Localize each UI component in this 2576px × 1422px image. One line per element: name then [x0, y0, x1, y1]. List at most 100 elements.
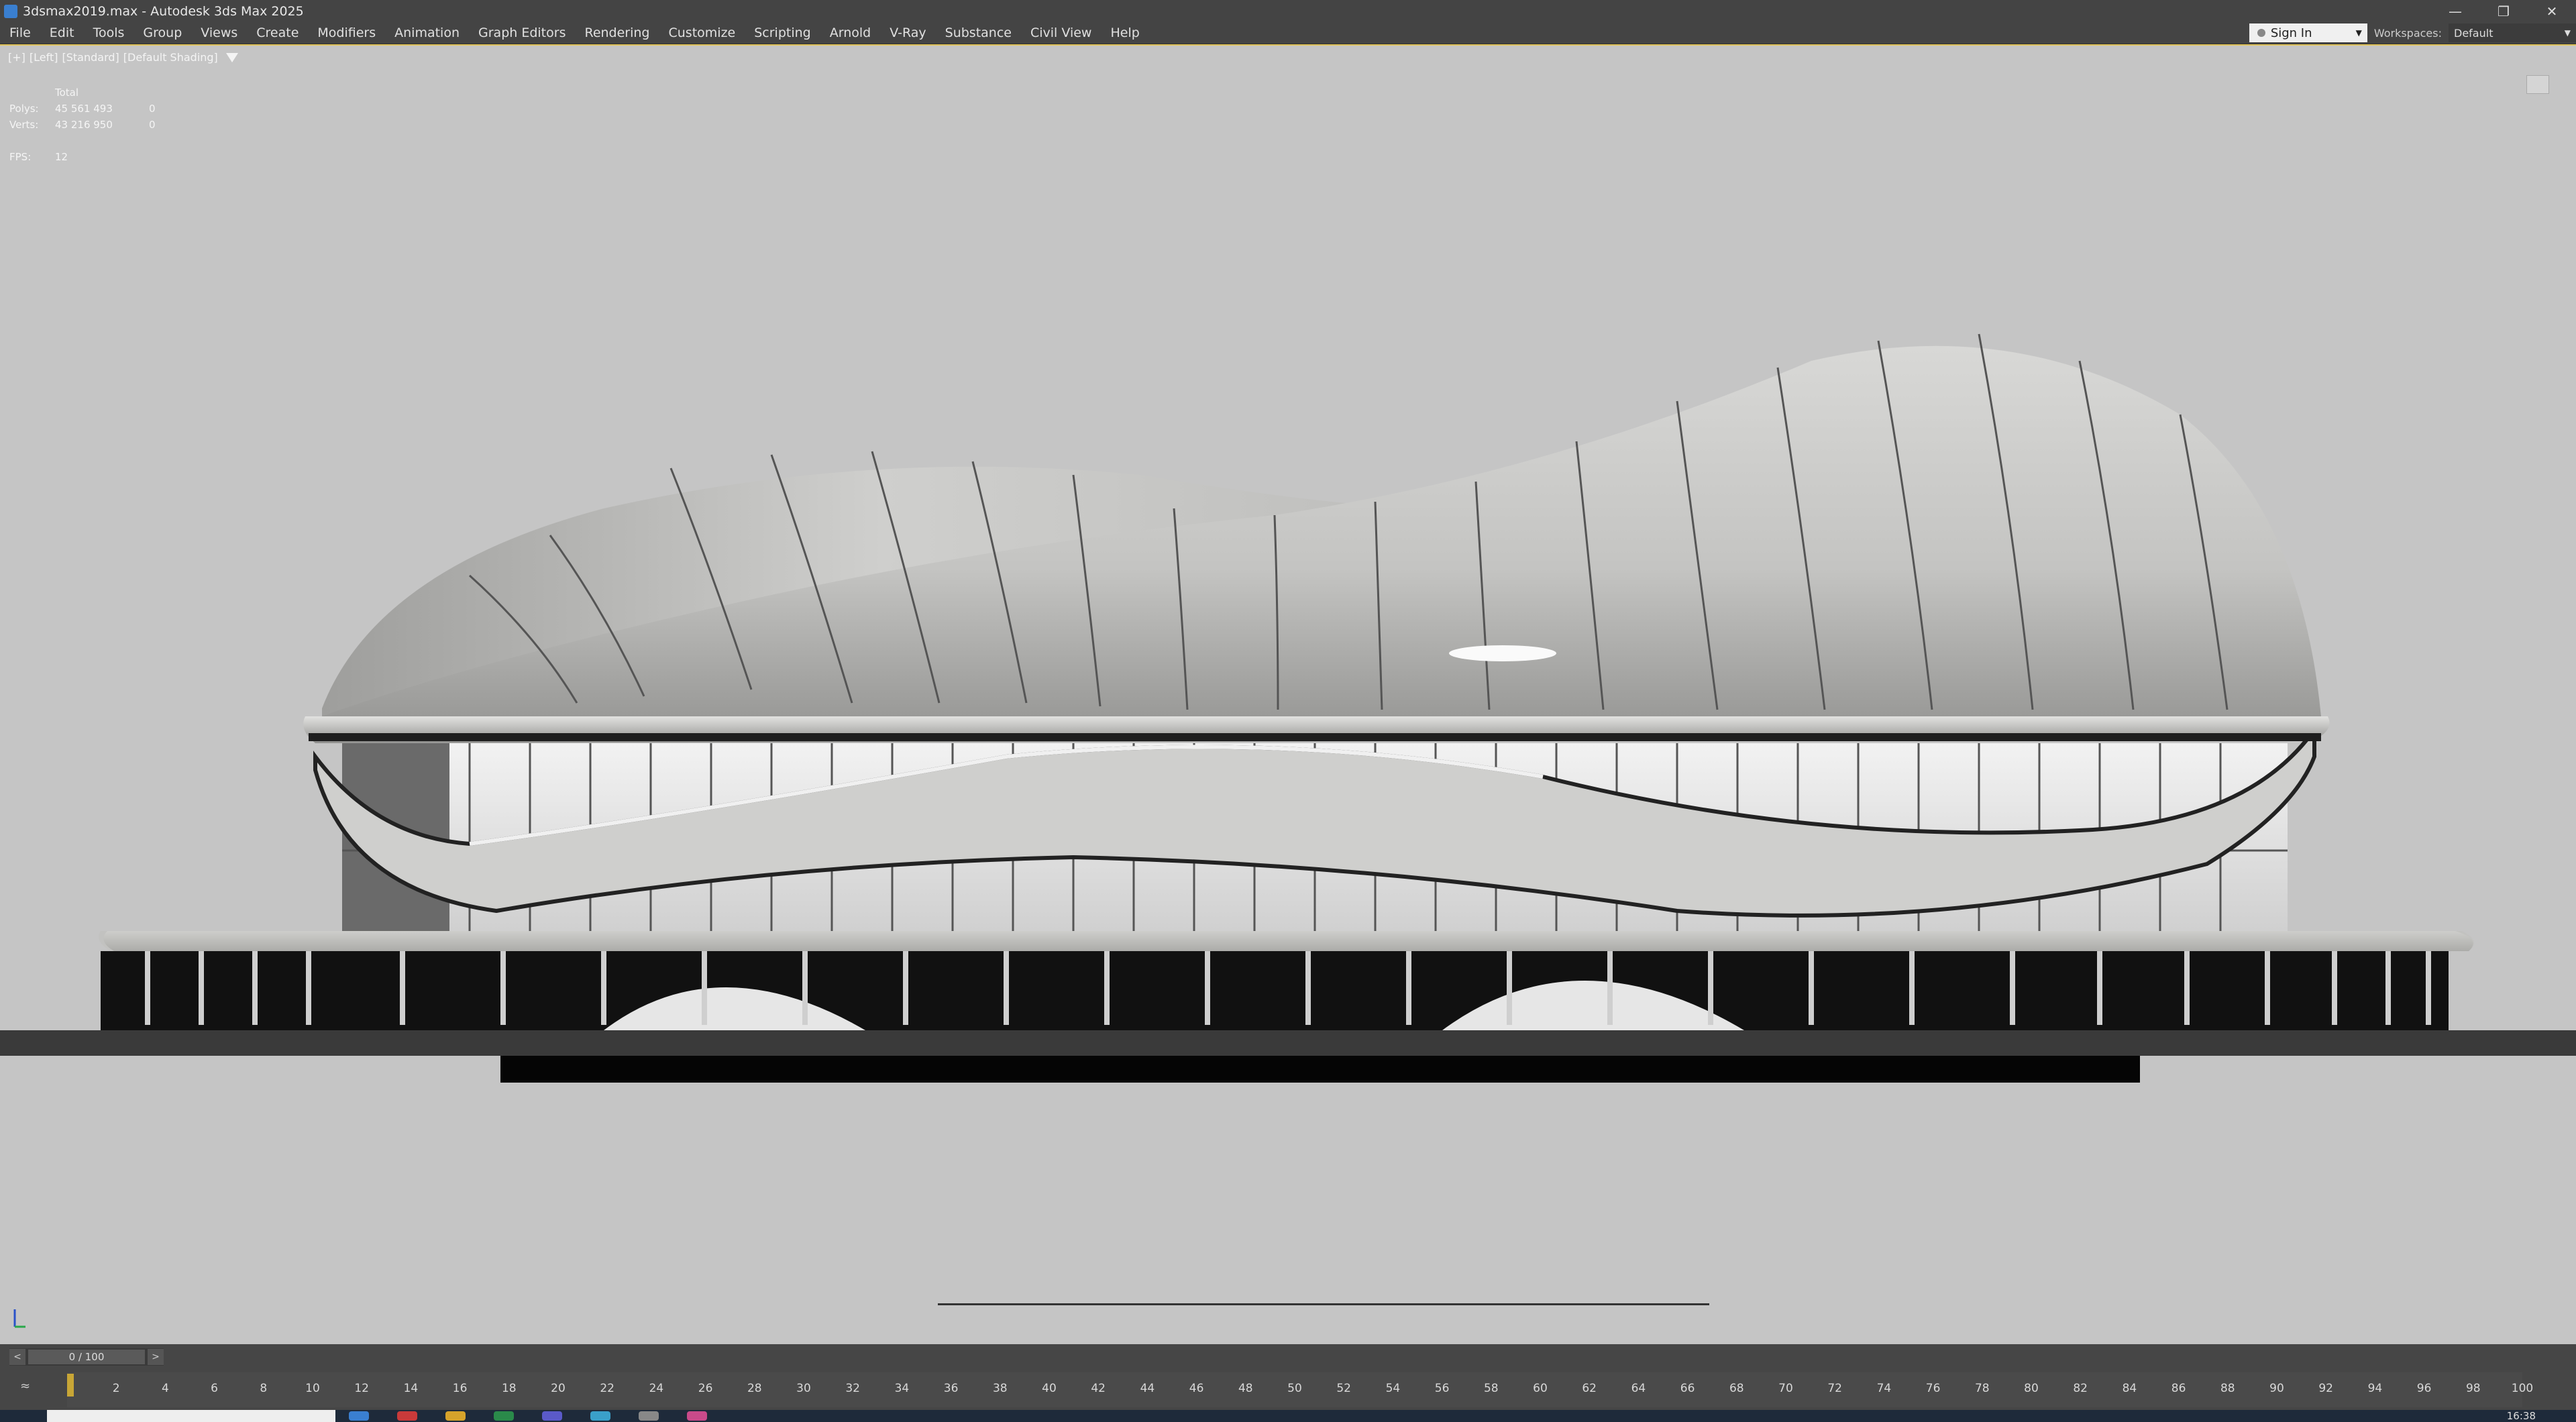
- stats-polys-row: Polys: 45 561 493 0: [9, 101, 156, 117]
- taskbar-app-icon[interactable]: [349, 1411, 369, 1421]
- workspace-dropdown[interactable]: Default ▼: [2449, 23, 2576, 42]
- timeline-tick-label: 90: [2269, 1382, 2284, 1395]
- timeline-tick-label: 70: [1778, 1382, 1793, 1395]
- viewport-menu-plus[interactable]: [+]: [8, 51, 25, 64]
- taskbar-clock: 16:38: [2506, 1410, 2536, 1422]
- timeline-tick-label: 8: [260, 1382, 268, 1395]
- timeline-tick-label: 34: [894, 1382, 910, 1395]
- frame-display[interactable]: 0 / 100: [28, 1350, 145, 1364]
- user-icon: [2257, 29, 2265, 37]
- timeline-tick-label: 26: [698, 1382, 713, 1395]
- timeline-tick-label: 88: [2220, 1382, 2235, 1395]
- mini-curve-editor-icon[interactable]: ≈: [20, 1379, 30, 1393]
- taskbar-app-icon[interactable]: [687, 1411, 707, 1421]
- menu-substance[interactable]: Substance: [936, 22, 1021, 44]
- window-title: 3dsmax2019.max - Autodesk 3ds Max 2025: [23, 3, 304, 19]
- menu-scripting[interactable]: Scripting: [745, 22, 820, 44]
- timeline-tick-label: 32: [845, 1382, 861, 1395]
- polys-label: Polys:: [9, 103, 39, 115]
- timeline-tick-label: 2: [112, 1382, 120, 1395]
- stats-fps-row: FPS: 12: [9, 149, 156, 165]
- viewcube-toggle-button[interactable]: [2526, 75, 2549, 94]
- timeline-tick-label: 54: [1385, 1382, 1401, 1395]
- chevron-down-icon: ▼: [2564, 28, 2571, 38]
- close-icon[interactable]: ✕: [2528, 0, 2576, 22]
- taskbar-app-icon[interactable]: [397, 1411, 417, 1421]
- menu-views[interactable]: Views: [191, 22, 247, 44]
- verts-value: 43 216 950: [55, 119, 113, 131]
- stats-header: Total: [55, 87, 79, 99]
- timeline-tick-label: 44: [1140, 1382, 1155, 1395]
- grid-ground-line: [938, 1303, 1709, 1305]
- timeline-tick-label: 14: [403, 1382, 419, 1395]
- 3dsmax-app-icon: [4, 4, 17, 18]
- timeline-tick-label: 86: [2171, 1382, 2186, 1395]
- timeline-tick-label: 50: [1287, 1382, 1302, 1395]
- stadium-model[interactable]: [0, 287, 2576, 1119]
- viewport-left[interactable]: [+] [Left] [Standard] [Default Shading] …: [0, 44, 2576, 1344]
- fps-value: 12: [55, 151, 68, 163]
- viewport-statistics: Total Polys: 45 561 493 0 Verts: 43 216 …: [9, 85, 156, 165]
- taskbar-app-icon[interactable]: [590, 1411, 610, 1421]
- menu-help[interactable]: Help: [1101, 22, 1148, 44]
- taskbar-app-icon[interactable]: [639, 1411, 659, 1421]
- taskbar-app-icon[interactable]: [494, 1411, 514, 1421]
- menu-vray[interactable]: V-Ray: [880, 22, 935, 44]
- timeline-tick-label: 96: [2416, 1382, 2432, 1395]
- window-controls: — ❐ ✕: [2431, 0, 2576, 22]
- timeline-tick-label: 38: [992, 1382, 1008, 1395]
- taskbar-app-icon[interactable]: [542, 1411, 562, 1421]
- time-slider[interactable]: < 0 / 100 >: [9, 1348, 164, 1366]
- menu-civil-view[interactable]: Civil View: [1021, 22, 1101, 44]
- timeline-tick-label: 30: [796, 1382, 811, 1395]
- timeline-tick-label: 92: [2318, 1382, 2334, 1395]
- timeline-ticks: 2 4 6 8 10 12 14 16 18 20 22 24 26 28 30 32 34 36 38 40 42 44…: [67, 1382, 2533, 1406]
- viewport-render-mode[interactable]: [Standard]: [62, 51, 119, 64]
- timeline-tick-label: 98: [2465, 1382, 2481, 1395]
- taskbar-app-icon[interactable]: [445, 1411, 466, 1421]
- filter-icon[interactable]: [225, 52, 238, 62]
- timeline-tick-label: 20: [551, 1382, 566, 1395]
- timeline-tick-label: 82: [2073, 1382, 2088, 1395]
- timeline-tick-label: 12: [354, 1382, 370, 1395]
- polys-selected: 0: [149, 103, 156, 115]
- title-bar: 3dsmax2019.max - Autodesk 3ds Max 2025 —…: [0, 0, 2576, 22]
- timeline-tick-label: 68: [1729, 1382, 1744, 1395]
- timeline-tick-label: 100: [2511, 1382, 2534, 1395]
- viewport-point-of-view[interactable]: [Left]: [30, 51, 58, 64]
- menu-rendering[interactable]: Rendering: [575, 22, 659, 44]
- menu-customize[interactable]: Customize: [659, 22, 745, 44]
- timeline-tick-label: 66: [1680, 1382, 1695, 1395]
- next-frame-button[interactable]: >: [148, 1349, 164, 1365]
- timeline-tick-label: 94: [2367, 1382, 2383, 1395]
- menu-arnold[interactable]: Arnold: [820, 22, 880, 44]
- timeline-tick-label: 58: [1483, 1382, 1499, 1395]
- timeline-tick-label: 40: [1042, 1382, 1057, 1395]
- menu-group[interactable]: Group: [133, 22, 191, 44]
- viewport-label: [+] [Left] [Standard] [Default Shading]: [8, 51, 238, 64]
- timeline-tick-label: 64: [1631, 1382, 1646, 1395]
- menu-animation[interactable]: Animation: [385, 22, 469, 44]
- menu-create[interactable]: Create: [247, 22, 308, 44]
- viewport-shading-mode[interactable]: [Default Shading]: [123, 51, 218, 64]
- timeline-tick-label: 78: [1974, 1382, 1990, 1395]
- menu-file[interactable]: File: [0, 22, 40, 44]
- timeline-tick-label: 6: [211, 1382, 219, 1395]
- menu-modifiers[interactable]: Modifiers: [308, 22, 385, 44]
- timeline-tick-label: 48: [1238, 1382, 1253, 1395]
- menu-tools[interactable]: Tools: [84, 22, 134, 44]
- timeline-tick-label: 4: [161, 1382, 169, 1395]
- menu-graph-editors[interactable]: Graph Editors: [469, 22, 575, 44]
- timeline-tick-label: 28: [747, 1382, 762, 1395]
- taskbar-search-box[interactable]: [47, 1410, 335, 1422]
- timeline-tick-label: 80: [2024, 1382, 2039, 1395]
- restore-icon[interactable]: ❐: [2479, 0, 2528, 22]
- timeline-tick-label: 22: [600, 1382, 615, 1395]
- prev-frame-button[interactable]: <: [9, 1349, 25, 1365]
- account-area: Sign In ▼ Workspaces: Default ▼: [2249, 22, 2576, 44]
- sign-in-dropdown[interactable]: Sign In ▼: [2249, 23, 2367, 42]
- minimize-icon[interactable]: —: [2431, 0, 2479, 22]
- menu-bar: File Edit Tools Group Views Create Modif…: [0, 22, 2576, 44]
- taskbar-icons: [349, 1411, 707, 1421]
- menu-edit[interactable]: Edit: [40, 22, 84, 44]
